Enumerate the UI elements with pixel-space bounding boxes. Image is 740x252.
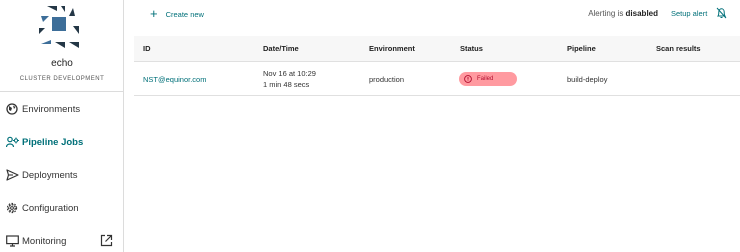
pipeline-jobs-icon xyxy=(5,135,19,149)
job-date: Nov 16 at 10:29 xyxy=(263,69,316,78)
sidebar-item-pipeline-jobs[interactable]: Pipeline Jobs xyxy=(0,129,124,155)
sidebar-item-label: Configuration xyxy=(22,202,79,214)
sidebar-item-label: Deployments xyxy=(22,169,78,181)
plus-icon: + xyxy=(150,6,158,21)
column-header-scan-results: Scan results xyxy=(656,44,701,53)
sidebar-item-environments[interactable]: Environments xyxy=(0,96,124,122)
setup-alert-link[interactable]: Setup alert xyxy=(671,9,707,18)
status-label: Failed xyxy=(477,76,494,82)
external-link-icon[interactable] xyxy=(100,234,113,247)
create-new-label: Create new xyxy=(165,9,204,19)
sidebar-item-label: Environments xyxy=(22,103,81,115)
table-header: ID Date/Time Environment Status Pipeline… xyxy=(134,36,740,62)
gear-icon xyxy=(5,201,19,215)
app-logo-icon xyxy=(39,6,79,48)
column-header-pipeline: Pipeline xyxy=(567,44,596,53)
error-icon xyxy=(464,75,472,83)
status-badge: Failed xyxy=(459,72,517,86)
job-environment: production xyxy=(369,75,405,84)
globe-icon xyxy=(5,102,19,116)
sidebar-item-label: Pipeline Jobs xyxy=(22,136,84,148)
column-header-environment: Environment xyxy=(369,44,415,53)
alerting-status: Alerting is disabled xyxy=(588,9,658,18)
job-duration: 1 min 48 secs xyxy=(263,80,310,89)
sidebar-item-label: Monitoring xyxy=(22,235,67,247)
cluster-label: CLUSTER DEVELOPMENT xyxy=(19,76,105,82)
alerting-state: disabled xyxy=(625,9,658,18)
monitor-icon xyxy=(5,234,19,248)
sidebar-item-configuration[interactable]: Configuration xyxy=(0,195,124,221)
table-row[interactable]: NST@equinor.com Nov 16 at 10:29 1 min 48… xyxy=(134,62,740,96)
app-header: echo CLUSTER DEVELOPMENT xyxy=(0,0,124,92)
sidebar-item-monitoring[interactable]: Monitoring xyxy=(0,228,124,252)
job-id-link[interactable]: NST@equinor.com xyxy=(143,75,206,84)
alerting-prefix: Alerting is xyxy=(588,9,624,18)
sidebar: echo CLUSTER DEVELOPMENT Environments Pi… xyxy=(0,0,124,252)
job-pipeline: build-deploy xyxy=(567,75,608,84)
column-header-id: ID xyxy=(143,44,151,53)
column-header-status: Status xyxy=(460,44,483,53)
create-new-button[interactable]: + Create new xyxy=(150,7,204,21)
send-icon xyxy=(5,168,19,182)
column-header-datetime: Date/Time xyxy=(263,44,299,53)
app-name: echo xyxy=(51,58,73,69)
sidebar-item-deployments[interactable]: Deployments xyxy=(0,162,124,188)
notifications-off-icon[interactable] xyxy=(716,7,727,19)
